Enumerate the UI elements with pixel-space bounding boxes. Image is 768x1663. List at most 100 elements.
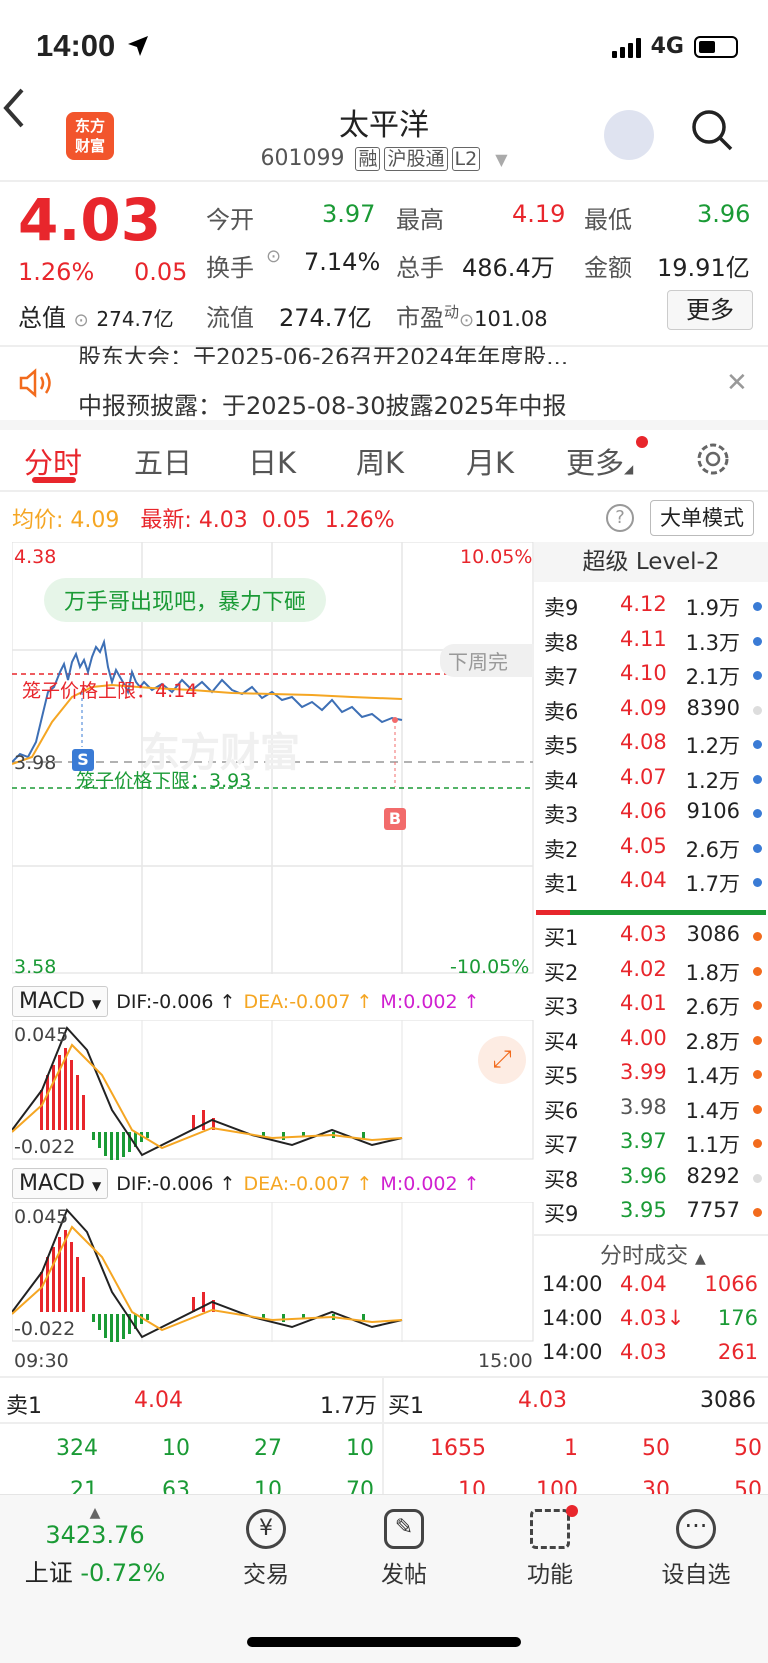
notice-line-1[interactable]: 股东大会：于2025-06-26召开2024年年度股... bbox=[78, 338, 678, 364]
bid-row[interactable]: 买2 4.02 1.8万 bbox=[534, 957, 768, 991]
tab-5day[interactable]: 五日 bbox=[134, 440, 192, 482]
ask-row[interactable]: 卖9 4.12 1.9万 bbox=[534, 592, 768, 626]
bid-row[interactable]: 买5 3.99 1.4万 bbox=[534, 1060, 768, 1094]
amount-value: 19.91亿 bbox=[657, 254, 750, 282]
queue-cell: 10 bbox=[162, 1436, 190, 1461]
location-arrow-icon bbox=[128, 36, 148, 56]
ask-row[interactable]: 卖3 4.06 9106 bbox=[534, 799, 768, 833]
home-indicator bbox=[247, 1637, 521, 1647]
buy-marker[interactable]: B bbox=[384, 808, 406, 830]
tab-more[interactable]: 更多◢ bbox=[566, 440, 633, 482]
bid-price: 3.98 bbox=[620, 1094, 667, 1119]
info-icon[interactable]: ⊙ bbox=[266, 246, 281, 267]
bid-level-label: 买1 bbox=[544, 926, 579, 950]
macd-header-1: MACD ▼ DIF:-0.006 ↑ DEA:-0.007 ↑ M:0.002… bbox=[12, 986, 480, 1017]
tag-l2: L2 bbox=[451, 147, 481, 171]
bid-volume: 8292 bbox=[686, 1163, 740, 1188]
ask-level-label: 卖5 bbox=[544, 734, 579, 758]
ask-row[interactable]: 卖7 4.10 2.1万 bbox=[534, 661, 768, 695]
queue-cell: 50 bbox=[642, 1436, 670, 1461]
ask-volume: 8390 bbox=[686, 695, 740, 720]
ask-price: 4.04 bbox=[620, 868, 667, 892]
status-dot bbox=[753, 1104, 762, 1114]
caret-down-icon: ▼ bbox=[495, 150, 508, 169]
trades-title[interactable]: 分时成交 ▲ bbox=[600, 1238, 706, 1270]
change-amount: 0.05 bbox=[134, 258, 188, 286]
current-price: 4.03 bbox=[18, 186, 162, 254]
amount-label: 金额 bbox=[584, 254, 632, 282]
bid-price: 3.99 bbox=[620, 1060, 667, 1084]
settings-gear-icon[interactable] bbox=[694, 440, 732, 478]
macd2-bottom-label: -0.022 bbox=[14, 1318, 76, 1340]
macd-select-1[interactable]: MACD ▼ bbox=[12, 986, 109, 1017]
sell-marker[interactable]: S bbox=[72, 749, 94, 771]
tab-daily-k[interactable]: 日K bbox=[248, 440, 296, 482]
search-icon[interactable] bbox=[690, 108, 734, 152]
bid-price: 3.97 bbox=[620, 1129, 667, 1153]
trade-volume: 261 bbox=[717, 1340, 758, 1364]
status-time: 14:00 bbox=[36, 28, 116, 63]
high-value: 4.19 bbox=[512, 200, 566, 228]
volume-label: 总手 bbox=[396, 254, 444, 282]
tab-trade[interactable]: ¥ 交易 bbox=[226, 1509, 306, 1589]
ask-row[interactable]: 卖6 4.09 8390 bbox=[534, 696, 768, 730]
trade-time: 14:00 bbox=[542, 1306, 603, 1330]
bid-row[interactable]: 买8 3.96 8292 bbox=[534, 1164, 768, 1198]
tab-functions[interactable]: 功能 bbox=[510, 1505, 590, 1589]
tab-post[interactable]: ✎ 发帖 bbox=[364, 1509, 444, 1589]
tab-watchlist[interactable]: ··· 设自选 bbox=[654, 1509, 738, 1589]
notice-line-2[interactable]: 中报预披露：于2025-08-30披露2025年中报 bbox=[78, 386, 567, 421]
queue-cell: 1655 bbox=[430, 1436, 486, 1461]
tab-monthly-k[interactable]: 月K bbox=[466, 440, 514, 482]
bid-row[interactable]: 买4 4.00 2.8万 bbox=[534, 1026, 768, 1060]
next-week-banner[interactable]: 下周完 bbox=[440, 644, 534, 677]
macd2-top-label: 0.045 bbox=[14, 1206, 69, 1228]
grid-icon bbox=[530, 1509, 570, 1549]
pct-max-label: 10.05% bbox=[460, 546, 533, 568]
comment-bubble[interactable]: 万手哥出现吧，暴力下砸 bbox=[44, 578, 327, 622]
bid-volume: 2.8万 bbox=[685, 1029, 740, 1054]
robot-avatar[interactable] bbox=[604, 110, 654, 160]
stock-code-row[interactable]: 601099 融沪股通 L2 ▼ bbox=[0, 144, 768, 171]
queue-buy-label: 买1 bbox=[388, 1394, 424, 1419]
trade-time: 14:00 bbox=[542, 1272, 603, 1296]
ask-volume: 2.1万 bbox=[685, 665, 740, 689]
pe-label: 市盈动⊙101.08 bbox=[396, 303, 548, 332]
ask-row[interactable]: 卖5 4.08 1.2万 bbox=[534, 730, 768, 764]
macd-chart-2[interactable] bbox=[12, 1202, 534, 1342]
bid-row[interactable]: 买9 3.95 7757 bbox=[534, 1198, 768, 1232]
tab-weekly-k[interactable]: 周K bbox=[356, 440, 404, 482]
bid-row[interactable]: 买7 3.97 1.1万 bbox=[534, 1129, 768, 1163]
level2-title[interactable]: 超级 Level-2 bbox=[534, 542, 768, 582]
low-label: 最低 bbox=[584, 206, 632, 234]
ask-price: 4.08 bbox=[620, 730, 667, 754]
network-label: 4G bbox=[650, 34, 684, 59]
status-dot bbox=[753, 740, 762, 749]
expand-icon[interactable]: ⤢ bbox=[478, 1036, 526, 1084]
index-ticker[interactable]: ▲ 3423.76 上证 -0.72% bbox=[22, 1505, 168, 1588]
bid-row[interactable]: 买3 4.01 2.6万 bbox=[534, 991, 768, 1025]
ask-price: 4.06 bbox=[620, 799, 667, 823]
bid-row[interactable]: 买6 3.98 1.4万 bbox=[534, 1095, 768, 1129]
ask-price: 4.10 bbox=[620, 661, 667, 685]
close-icon[interactable]: ✕ bbox=[726, 368, 748, 398]
macd-select-2[interactable]: MACD ▼ bbox=[12, 1168, 109, 1199]
status-dot bbox=[753, 878, 762, 887]
macd-chart-1[interactable] bbox=[12, 1020, 534, 1160]
help-icon[interactable]: ? bbox=[606, 504, 634, 532]
ask-row[interactable]: 卖4 4.07 1.2万 bbox=[534, 765, 768, 799]
bid-volume: 1.4万 bbox=[685, 1098, 740, 1123]
more-quote-button[interactable]: 更多 bbox=[667, 290, 753, 330]
bid-list: 买1 4.03 3086 买2 4.02 1.8万 买3 4.01 2.6万 买4 4.00 2.8万… bbox=[534, 922, 768, 1232]
ask-row[interactable]: 卖8 4.11 1.3万 bbox=[534, 627, 768, 661]
pct-min-label: -10.05% bbox=[450, 956, 530, 978]
tab-active-indicator bbox=[32, 477, 76, 483]
ask-row[interactable]: 卖2 4.05 2.6万 bbox=[534, 834, 768, 868]
ask-row[interactable]: 卖1 4.04 1.7万 bbox=[534, 868, 768, 902]
status-dot bbox=[753, 1070, 762, 1079]
tab-intraday[interactable]: 分时 bbox=[24, 440, 82, 482]
big-order-mode-button[interactable]: 大单模式 bbox=[650, 500, 754, 536]
bid-row[interactable]: 买1 4.03 3086 bbox=[534, 922, 768, 956]
trade-volume: 176 bbox=[717, 1306, 758, 1330]
bid-price: 4.03 bbox=[620, 922, 667, 946]
